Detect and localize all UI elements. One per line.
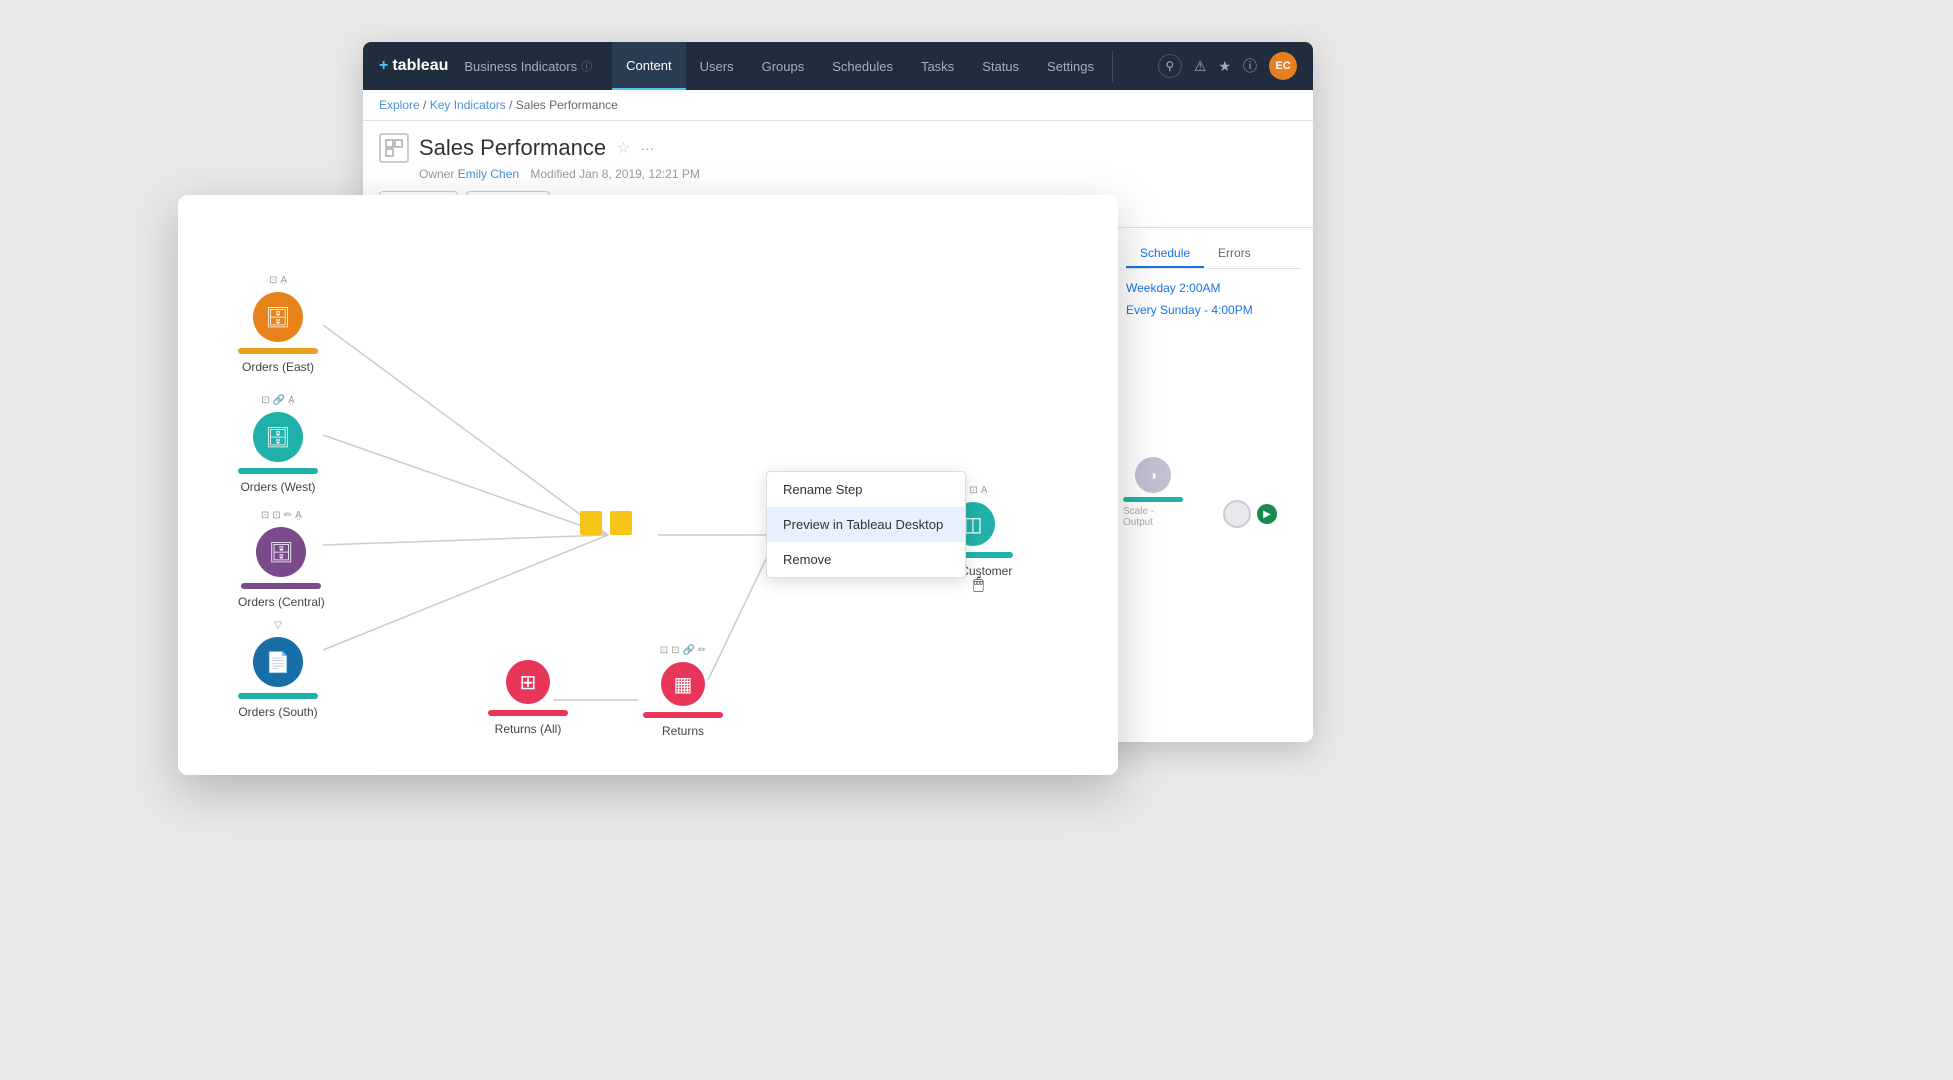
schedule-item-1[interactable]: Weekday 2:00AM — [1126, 281, 1301, 295]
breadcrumb-key-indicators[interactable]: Key Indicators — [430, 98, 506, 112]
south-circle: 📄 — [253, 637, 303, 687]
more-options-icon[interactable]: ··· — [640, 140, 654, 156]
south-bar — [238, 693, 318, 699]
node-orders-central[interactable]: ⊡⊡✏A̤ 🗄 Orders (Central) — [238, 510, 325, 609]
node-orders-south[interactable]: ▽ 📄 Orders (South) — [238, 620, 318, 719]
errors-tab[interactable]: Errors — [1204, 240, 1265, 268]
tab-status[interactable]: Status — [968, 42, 1033, 90]
central-circle: 🗄 — [256, 527, 306, 577]
modified-text: Modified Jan 8, 2019, 12:21 PM — [530, 167, 699, 181]
node-orders-west[interactable]: ⊡🔗A̤ 🗄 Orders (West) — [238, 395, 318, 494]
union-icon-svg — [578, 503, 634, 543]
logo-plus: + — [379, 57, 388, 75]
returns-label: Returns — [662, 724, 704, 738]
tab-groups[interactable]: Groups — [748, 42, 819, 90]
east-bar — [238, 348, 318, 354]
bg-circle-3: ▶ — [1257, 504, 1277, 524]
tab-settings[interactable]: Settings — [1033, 42, 1108, 90]
breadcrumb-explore[interactable]: Explore — [379, 98, 420, 112]
owner-label: Owner — [419, 167, 458, 181]
south-icons: ▽ — [274, 620, 282, 631]
node-returns-all[interactable]: ⊞ Returns (All) — [488, 660, 568, 736]
central-bar — [241, 583, 321, 589]
navbar: +tableau Business Indicators ⓘ Content U… — [363, 42, 1313, 90]
navbar-right: ⚲ ⚠ ★ ⓘ EC — [1158, 52, 1297, 80]
central-label: Orders (Central) — [238, 595, 325, 609]
alert-icon[interactable]: ⚠ — [1194, 58, 1207, 75]
owner-name[interactable]: Emily Chen — [458, 167, 519, 181]
union-join-node[interactable] — [578, 503, 634, 543]
returns-bar — [643, 712, 723, 718]
title-row: Sales Performance ☆ ··· — [379, 133, 1297, 163]
flow-window: ⊡A̤ 🗄 Orders (East) ⊡🔗A̤ 🗄 Orders (West)… — [178, 195, 1118, 775]
tab-schedules[interactable]: Schedules — [818, 42, 907, 90]
bg-label-1: Scale - Output — [1123, 506, 1183, 528]
bg-node-left: ◑ Scale - Output — [1123, 457, 1183, 528]
bg-node-right: ▶ — [1223, 500, 1277, 528]
south-label: Orders (South) — [238, 705, 317, 719]
bg-bar-1 — [1123, 497, 1183, 502]
workbook-svg — [385, 139, 403, 157]
breadcrumb-sep1: / — [420, 98, 430, 112]
breadcrumb-sep2: / — [506, 98, 516, 112]
page-meta: Owner Emily Chen Modified Jan 8, 2019, 1… — [419, 167, 1297, 181]
tableau-logo: +tableau — [379, 57, 448, 75]
returns-all-label: Returns (All) — [495, 722, 562, 736]
returns-circle: ▦ — [661, 662, 705, 706]
east-icons: ⊡A̤ — [269, 275, 287, 286]
east-label: Orders (East) — [242, 360, 314, 374]
east-circle: 🗄 — [253, 292, 303, 342]
returns-all-circle: ⊞ — [506, 660, 550, 704]
site-name[interactable]: Business Indicators — [464, 59, 577, 74]
side-panel-tabs: Schedule Errors — [1126, 240, 1301, 269]
context-rename[interactable]: Rename Step — [767, 472, 965, 507]
returns-all-bar — [488, 710, 568, 716]
search-icon[interactable]: ⚲ — [1158, 54, 1182, 78]
star-icon[interactable]: ★ — [1218, 58, 1231, 75]
schedule-tab[interactable]: Schedule — [1126, 240, 1204, 268]
central-icons: ⊡⊡✏A̤ — [261, 510, 302, 521]
tab-users[interactable]: Users — [686, 42, 748, 90]
west-circle: 🗄 — [253, 412, 303, 462]
node-orders-east[interactable]: ⊡A̤ 🗄 Orders (East) — [238, 275, 318, 374]
breadcrumb: Explore / Key Indicators / Sales Perform… — [363, 90, 1313, 121]
favorite-star[interactable]: ☆ — [616, 138, 630, 158]
workbook-icon — [379, 133, 409, 163]
returns-icons: ⊡⊡🔗✏ — [660, 645, 707, 656]
west-label: Orders (West) — [240, 480, 315, 494]
info-icon: ⓘ — [581, 58, 592, 74]
tab-content[interactable]: Content — [612, 42, 686, 90]
west-bar — [238, 468, 318, 474]
context-menu: Rename Step Preview in Tableau Desktop R… — [766, 471, 966, 578]
bg-circle-2 — [1223, 500, 1251, 528]
west-icons: ⊡🔗A̤ — [261, 395, 295, 406]
context-preview[interactable]: Preview in Tableau Desktop — [767, 507, 965, 542]
union-node-inner — [578, 503, 634, 543]
user-avatar[interactable]: EC — [1269, 52, 1297, 80]
bg-circle-1: ◑ — [1135, 457, 1171, 493]
context-remove[interactable]: Remove — [767, 542, 965, 577]
tab-tasks[interactable]: Tasks — [907, 42, 968, 90]
schedule-item-2[interactable]: Every Sunday - 4:00PM — [1126, 303, 1301, 317]
node-returns[interactable]: ⊡⊡🔗✏ ▦ Returns — [643, 645, 723, 738]
breadcrumb-current: Sales Performance — [516, 98, 618, 112]
nav-tabs: Content Users Groups Schedules Tasks Sta… — [612, 42, 1117, 90]
info-icon-nav[interactable]: ⓘ — [1243, 56, 1257, 76]
page-title: Sales Performance — [419, 135, 606, 161]
flow-canvas: ⊡A̤ 🗄 Orders (East) ⊡🔗A̤ 🗄 Orders (West)… — [178, 195, 1118, 775]
